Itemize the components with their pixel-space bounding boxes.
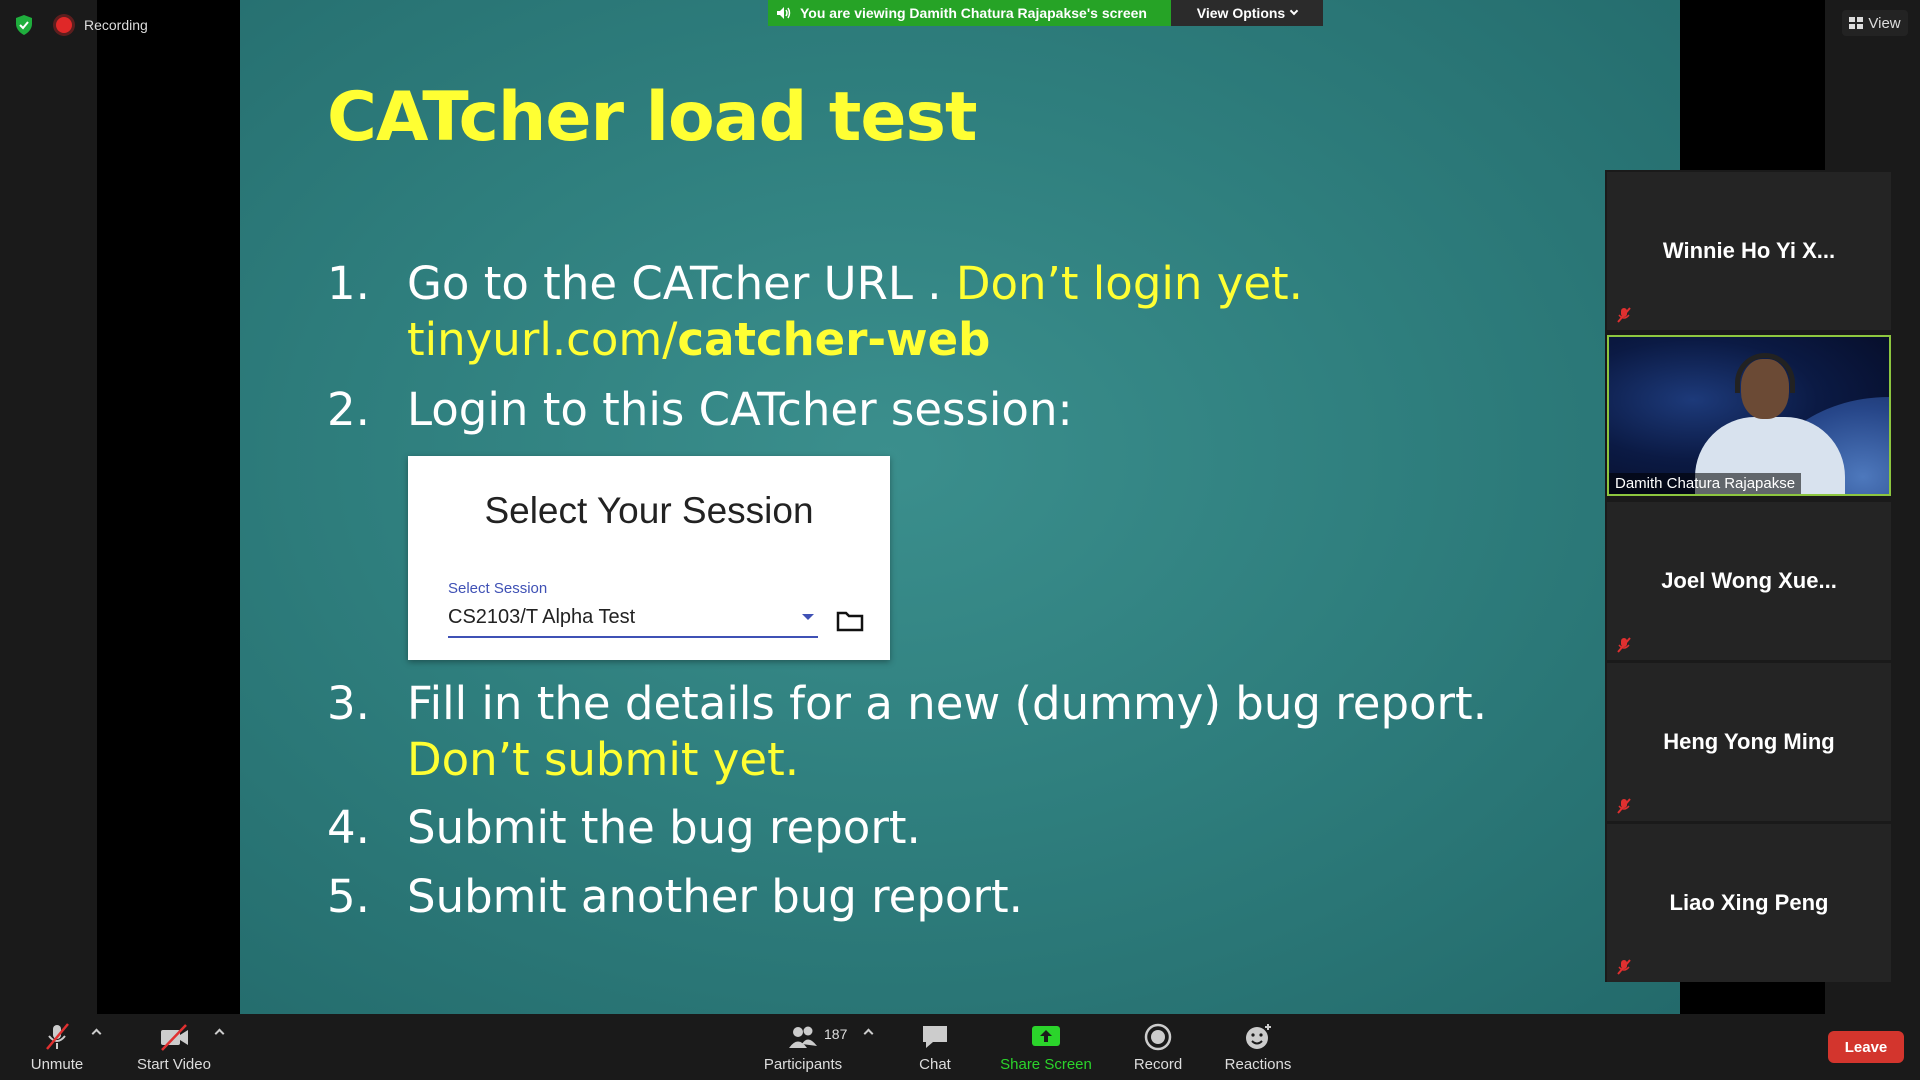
headset-icon: [1735, 353, 1795, 393]
item-text: Fill in the details for a new (dummy) bu…: [407, 677, 1487, 730]
item-highlight: Don’t login yet.: [955, 257, 1303, 310]
chat-label: Chat: [919, 1056, 951, 1073]
security-shield-icon[interactable]: [14, 14, 34, 36]
participant-gallery: Winnie Ho Yi X... Damith Chatura Rajapak…: [1605, 170, 1893, 982]
participants-icon: [789, 1026, 817, 1048]
view-label: View: [1868, 14, 1901, 32]
participant-tile[interactable]: Winnie Ho Yi X...: [1607, 172, 1891, 330]
unmute-label: Unmute: [30, 1056, 84, 1073]
presentation-slide: CATcher load test 1. Go to the CATcher U…: [240, 0, 1680, 1014]
session-select: CS2103/T Alpha Test: [448, 604, 818, 638]
participant-name: Heng Yong Ming: [1663, 729, 1835, 754]
muted-mic-icon: [1617, 637, 1631, 653]
audio-options-caret-icon[interactable]: [91, 1028, 102, 1039]
item-text: Go to the CATcher URL . Don’t login yet.: [407, 256, 1303, 312]
speaker-icon: [777, 7, 791, 19]
recording-icon[interactable]: [56, 17, 72, 33]
participants-count: 187: [824, 1026, 848, 1042]
folder-icon: [836, 611, 864, 632]
session-title: Select Your Session: [484, 490, 814, 531]
slide-title: CATcher load test: [327, 78, 978, 157]
participant-name: Winnie Ho Yi X...: [1662, 238, 1836, 263]
item-number: 1.: [327, 257, 370, 310]
participants-options-caret-icon[interactable]: [863, 1028, 874, 1039]
participant-video-tile[interactable]: Damith Chatura Rajapakse: [1607, 335, 1891, 496]
video-options-caret-icon[interactable]: [214, 1028, 225, 1039]
view-button[interactable]: View: [1842, 10, 1908, 36]
muted-mic-icon: [1617, 798, 1631, 814]
item-text-part: Go to the CATcher URL .: [407, 257, 956, 310]
item-number: 2.: [327, 383, 370, 436]
reactions-label: Reactions: [1224, 1056, 1292, 1073]
meeting-toolbar: Unmute Start Video Participants 187 Chat…: [0, 1014, 1920, 1080]
muted-mic-icon: [1617, 959, 1631, 975]
item-number: 5.: [327, 870, 370, 923]
chat-icon: [923, 1026, 947, 1048]
leave-button[interactable]: Leave: [1828, 1031, 1904, 1063]
participants-label: Participants: [763, 1056, 843, 1073]
url-text: tinyurl.com/catcher-web: [407, 312, 990, 368]
muted-mic-icon: [46, 1023, 69, 1050]
item-highlight: Don’t submit yet.: [407, 733, 800, 786]
record-label: Record: [1133, 1056, 1183, 1073]
viewing-indicator: You are viewing Damith Chatura Rajapakse…: [768, 0, 1171, 26]
item-number: 3.: [327, 677, 370, 730]
item-text: Submit another bug report.: [407, 870, 1023, 923]
chat-button[interactable]: Chat: [912, 1014, 958, 1080]
view-options-button[interactable]: View Options: [1171, 0, 1323, 26]
share-screen-icon: [1032, 1026, 1060, 1046]
participant-tile[interactable]: Heng Yong Ming: [1607, 663, 1891, 821]
grid-icon: [1849, 17, 1864, 29]
reactions-button[interactable]: Reactions: [1222, 1014, 1294, 1080]
participant-name: Damith Chatura Rajapakse: [1609, 473, 1802, 494]
recording-label[interactable]: Recording: [84, 17, 148, 33]
record-icon: [1144, 1023, 1172, 1051]
participant-name: Liao Xing Peng: [1669, 890, 1829, 915]
share-screen-label: Share Screen: [1000, 1056, 1092, 1073]
viewing-text: You are viewing Damith Chatura Rajapakse…: [800, 5, 1147, 21]
caret-down-icon: [802, 614, 814, 620]
chevron-down-icon: [1289, 6, 1299, 16]
start-video-button[interactable]: Start Video: [132, 1014, 216, 1080]
item-text: Login to this CATcher session:: [407, 383, 1073, 436]
video-off-icon: [161, 1024, 188, 1051]
session-value: CS2103/T Alpha Test: [448, 606, 636, 628]
participant-name: Joel Wong Xue...: [1661, 568, 1837, 593]
zoom-meeting-window: CATcher load test 1. Go to the CATcher U…: [0, 0, 1920, 1080]
unmute-button[interactable]: Unmute: [22, 1014, 92, 1080]
muted-mic-icon: [1617, 307, 1631, 323]
view-options-label: View Options: [1196, 5, 1286, 21]
screen-share-banner: You are viewing Damith Chatura Rajapakse…: [768, 0, 1323, 26]
record-button[interactable]: Record: [1130, 1014, 1186, 1080]
item-text: Submit the bug report.: [407, 801, 921, 854]
participant-tile[interactable]: Liao Xing Peng: [1607, 824, 1891, 982]
url-prefix: tinyurl.com/: [407, 313, 678, 366]
letterbox-left: [97, 0, 240, 1014]
session-screenshot: Select Your Session Select Session CS210…: [408, 456, 890, 660]
url-path: catcher-web: [677, 313, 991, 366]
participants-button[interactable]: Participants: [760, 1014, 846, 1080]
item-number: 4.: [327, 801, 370, 854]
share-screen-button[interactable]: Share Screen: [999, 1014, 1093, 1080]
session-label: Select Session: [448, 580, 548, 597]
start-video-label: Start Video: [137, 1056, 211, 1073]
reactions-emoji-icon: [1246, 1024, 1271, 1049]
participant-tile[interactable]: Joel Wong Xue...: [1607, 502, 1891, 660]
